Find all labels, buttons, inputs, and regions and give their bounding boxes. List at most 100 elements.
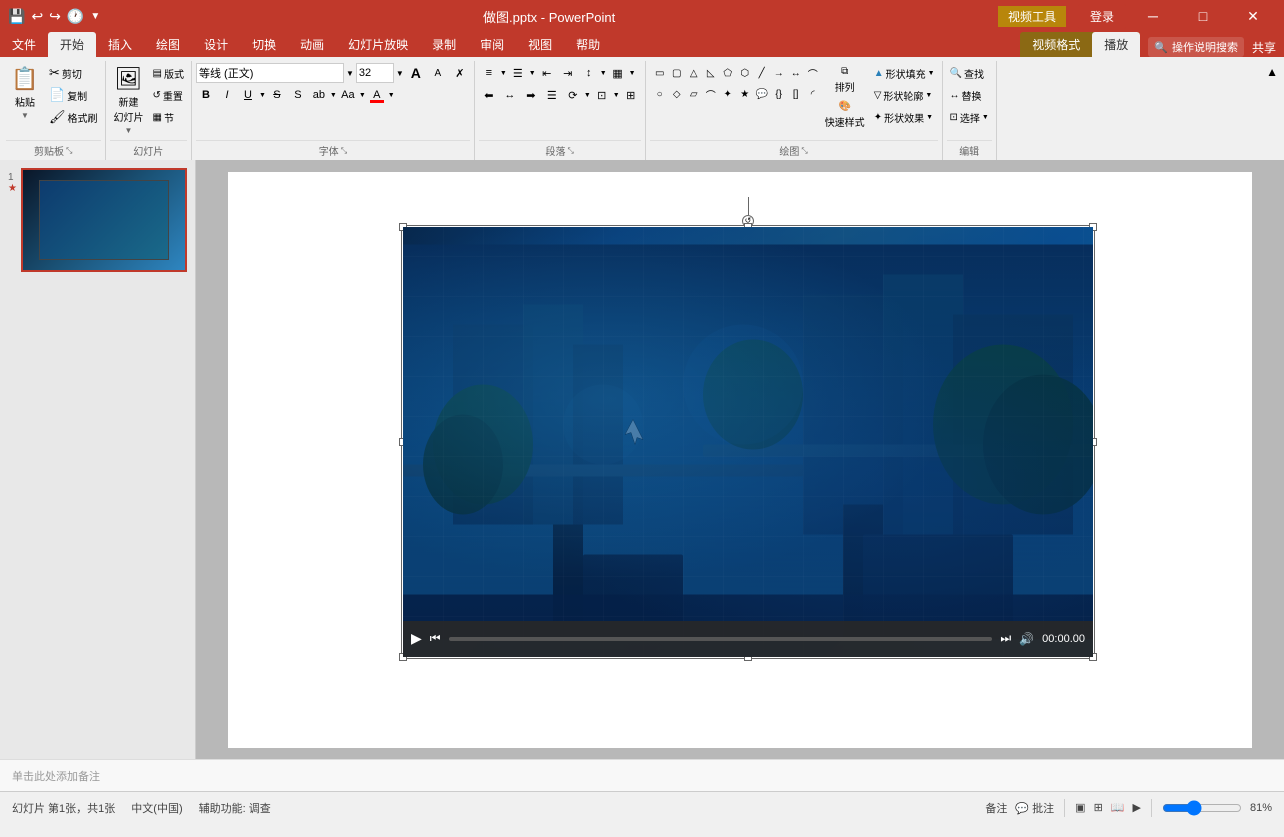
reset-button[interactable]: ↺ 重置 bbox=[150, 85, 187, 105]
align-justify-button[interactable]: ☰ bbox=[542, 85, 562, 105]
arrange-button[interactable]: ⧉ 排列 bbox=[821, 63, 869, 97]
tab-record[interactable]: 录制 bbox=[420, 32, 468, 57]
tab-view[interactable]: 视图 bbox=[516, 32, 564, 57]
line-spacing-button[interactable]: ↕ bbox=[579, 63, 599, 83]
comments-button[interactable]: 💬 批注 bbox=[1015, 800, 1054, 816]
minimize-button[interactable]: ─ bbox=[1130, 0, 1176, 32]
collapse-ribbon-button[interactable]: ▲ bbox=[1262, 61, 1282, 83]
copy-button[interactable]: 📄 复制 bbox=[46, 85, 101, 105]
tab-insert[interactable]: 插入 bbox=[96, 32, 144, 57]
indent-increase-button[interactable]: ⇥ bbox=[558, 63, 578, 83]
shape-outline-button[interactable]: ▽ 形状轮廓 ▼ bbox=[871, 85, 938, 105]
slide-sorter-button[interactable]: ⊞ bbox=[1094, 801, 1103, 814]
shape-arc[interactable]: ◜ bbox=[803, 84, 823, 104]
font-size-dropdown-arrow[interactable]: ▼ bbox=[396, 69, 404, 78]
play-button[interactable]: ▶ bbox=[411, 630, 422, 647]
tab-design[interactable]: 设计 bbox=[192, 32, 240, 57]
font-name-input[interactable] bbox=[196, 63, 344, 83]
align-right-button[interactable]: ➡ bbox=[521, 85, 541, 105]
font-expand-icon[interactable]: ⤡ bbox=[341, 146, 347, 156]
select-button[interactable]: ⊡ 选择 ▼ bbox=[947, 107, 992, 127]
font-size-decrease-button[interactable]: A bbox=[428, 63, 448, 83]
paste-button[interactable]: 📋 粘贴 ▼ bbox=[6, 63, 44, 123]
select-arrow[interactable]: ▼ bbox=[982, 114, 989, 121]
drawing-expand-icon[interactable]: ⤡ bbox=[801, 146, 807, 156]
line-spacing-arrow[interactable]: ▼ bbox=[600, 70, 607, 77]
reading-view-button[interactable]: 📖 bbox=[1111, 801, 1125, 814]
shape-fill-button[interactable]: ▲ 形状填充 ▼ bbox=[871, 63, 938, 83]
volume-button[interactable]: 🔊 bbox=[1019, 632, 1034, 646]
align-text-button[interactable]: ⊡ bbox=[592, 85, 612, 105]
zoom-slider[interactable] bbox=[1162, 800, 1242, 816]
autosave-icon[interactable]: 🕐 bbox=[67, 8, 84, 25]
layout-button[interactable]: ▤ 版式 bbox=[150, 63, 187, 83]
align-left-button[interactable]: ⬅ bbox=[479, 85, 499, 105]
quick-access-arrow[interactable]: ▼ bbox=[90, 11, 100, 22]
format-painter-button[interactable]: 🖌 格式刷 bbox=[46, 107, 101, 127]
new-slide-button[interactable]: 🖼 新建 幻灯片 ▼ bbox=[110, 63, 148, 138]
bullets-arrow[interactable]: ▼ bbox=[500, 70, 507, 77]
redo-icon[interactable]: ↪ bbox=[49, 8, 61, 25]
share-label[interactable]: 共享 bbox=[1252, 39, 1276, 56]
tab-video-format[interactable]: 视频格式 bbox=[1020, 32, 1092, 57]
shape-outline-arrow[interactable]: ▼ bbox=[925, 92, 932, 99]
numbering-button[interactable]: ☰ bbox=[508, 63, 528, 83]
tab-playback[interactable]: 播放 bbox=[1092, 32, 1140, 57]
progress-bar[interactable] bbox=[449, 637, 993, 641]
find-button[interactable]: 🔍 查找 bbox=[947, 63, 992, 83]
font-color-arrow[interactable]: ▼ bbox=[388, 92, 395, 99]
tab-animations[interactable]: 动画 bbox=[288, 32, 336, 57]
normal-view-button[interactable]: ▣ bbox=[1075, 801, 1085, 814]
char-spacing-arrow[interactable]: ▼ bbox=[330, 92, 337, 99]
tab-file[interactable]: 文件 bbox=[0, 32, 48, 57]
close-button[interactable]: ✕ bbox=[1230, 0, 1276, 32]
bullets-button[interactable]: ≡ bbox=[479, 63, 499, 83]
tab-transitions[interactable]: 切换 bbox=[240, 32, 288, 57]
accessibility[interactable]: 辅助功能: 调查 bbox=[199, 800, 271, 816]
underline-button[interactable]: U bbox=[238, 85, 258, 105]
login-button[interactable]: 登录 bbox=[1078, 4, 1126, 29]
columns-button[interactable]: ▦ bbox=[608, 63, 628, 83]
font-size-input[interactable] bbox=[356, 63, 394, 83]
notes-button[interactable]: 备注 bbox=[985, 800, 1007, 816]
text-direction-button[interactable]: ⟳ bbox=[563, 85, 583, 105]
section-button[interactable]: ▦ 节 bbox=[150, 107, 187, 127]
save-icon[interactable]: 💾 bbox=[8, 8, 25, 25]
text-direction-arrow[interactable]: ▼ bbox=[584, 92, 591, 99]
shape-effect-arrow[interactable]: ▼ bbox=[926, 114, 933, 121]
align-center-button[interactable]: ↔ bbox=[500, 85, 520, 105]
tab-review[interactable]: 审阅 bbox=[468, 32, 516, 57]
new-slide-arrow[interactable]: ▼ bbox=[125, 126, 133, 135]
slideshow-button[interactable]: ▶ bbox=[1133, 801, 1141, 814]
font-color-button[interactable]: A bbox=[367, 85, 387, 105]
case-button[interactable]: Aa bbox=[338, 85, 358, 105]
italic-button[interactable]: I bbox=[217, 85, 237, 105]
columns-arrow[interactable]: ▼ bbox=[629, 70, 636, 77]
slide-canvas[interactable]: ↺ bbox=[228, 172, 1252, 748]
indent-decrease-button[interactable]: ⇤ bbox=[537, 63, 557, 83]
shape-fill-arrow[interactable]: ▼ bbox=[928, 70, 935, 77]
case-arrow[interactable]: ▼ bbox=[359, 92, 366, 99]
align-text-arrow[interactable]: ▼ bbox=[613, 92, 620, 99]
font-name-dropdown-arrow[interactable]: ▼ bbox=[346, 69, 354, 78]
tab-draw[interactable]: 绘图 bbox=[144, 32, 192, 57]
video-object[interactable]: ↺ bbox=[403, 227, 1093, 657]
clear-format-button[interactable]: ✗ bbox=[450, 63, 470, 83]
tab-home[interactable]: 开始 bbox=[48, 32, 96, 57]
slide-thumbnail[interactable] bbox=[21, 168, 187, 272]
underline-arrow[interactable]: ▼ bbox=[259, 92, 266, 99]
replace-button[interactable]: ↔ 替换 bbox=[947, 85, 992, 105]
quick-styles-button[interactable]: 🎨 快速样式 bbox=[821, 98, 869, 132]
skip-back-button[interactable]: ⏮ bbox=[430, 631, 441, 646]
search-box[interactable]: 🔍 操作说明搜索 bbox=[1148, 37, 1244, 57]
notes-area[interactable]: 单击此处添加备注 bbox=[0, 759, 1284, 791]
font-size-increase-button[interactable]: A bbox=[406, 63, 426, 83]
shape-effect-button[interactable]: ✦ 形状效果 ▼ bbox=[871, 107, 938, 127]
tab-help[interactable]: 帮助 bbox=[564, 32, 612, 57]
cut-button[interactable]: ✂ 剪切 bbox=[46, 63, 101, 83]
paste-dropdown-arrow[interactable]: ▼ bbox=[21, 111, 29, 120]
skip-fwd-button[interactable]: ⏭ bbox=[1000, 631, 1011, 646]
numbering-arrow[interactable]: ▼ bbox=[529, 70, 536, 77]
text-shadow-button[interactable]: S bbox=[288, 85, 308, 105]
paragraph-expand-icon[interactable]: ⤡ bbox=[568, 146, 574, 156]
